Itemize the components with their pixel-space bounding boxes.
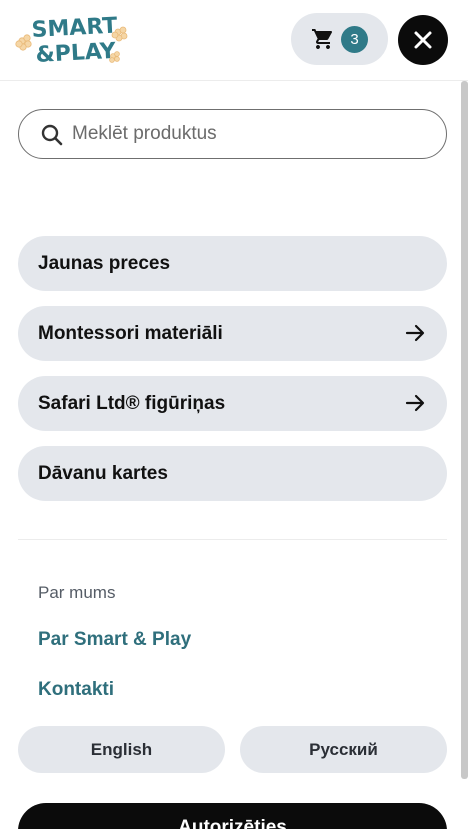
cart-icon — [312, 29, 333, 49]
search-icon — [41, 124, 63, 146]
link-kontakti[interactable]: Kontakti — [38, 679, 114, 701]
nav-item-label: Montessori materiāli — [38, 323, 223, 344]
close-icon — [414, 31, 432, 49]
cart-count-badge: 3 — [341, 26, 368, 53]
cart-button[interactable]: 3 — [291, 13, 388, 65]
link-par-smart-play[interactable]: Par Smart & Play — [38, 629, 191, 651]
arrow-right-icon — [405, 394, 425, 412]
nav-item-jaunas-preces[interactable]: Jaunas preces — [18, 236, 447, 291]
smart-play-logo[interactable]: SMART &PLAY — [15, 11, 133, 69]
nav-item-label: Dāvanu kartes — [38, 463, 168, 484]
language-russian-button[interactable]: Русский — [240, 726, 447, 773]
header: SMART &PLAY 3 — [0, 0, 468, 81]
nav-item-label: Jaunas preces — [38, 253, 171, 274]
nav-item-montessori[interactable]: Montessori materiāli — [18, 306, 447, 361]
language-english-button[interactable]: English — [18, 726, 225, 773]
about-heading: Par mums — [38, 583, 116, 602]
arrow-right-icon — [405, 324, 425, 342]
nav-item-davanu-kartes[interactable]: Dāvanu kartes — [18, 446, 447, 501]
nav-item-label: Safari Ltd® figūriņas — [38, 393, 226, 414]
login-button[interactable]: Autorizēties — [18, 803, 447, 829]
close-menu-button[interactable] — [398, 15, 448, 65]
search-box[interactable] — [18, 109, 447, 159]
nav-item-safari-ltd[interactable]: Safari Ltd® figūriņas — [18, 376, 447, 431]
scrollbar[interactable] — [461, 81, 468, 779]
search-input[interactable] — [72, 111, 432, 157]
divider — [18, 539, 447, 540]
logo-line-2: &PLAY — [35, 39, 117, 68]
